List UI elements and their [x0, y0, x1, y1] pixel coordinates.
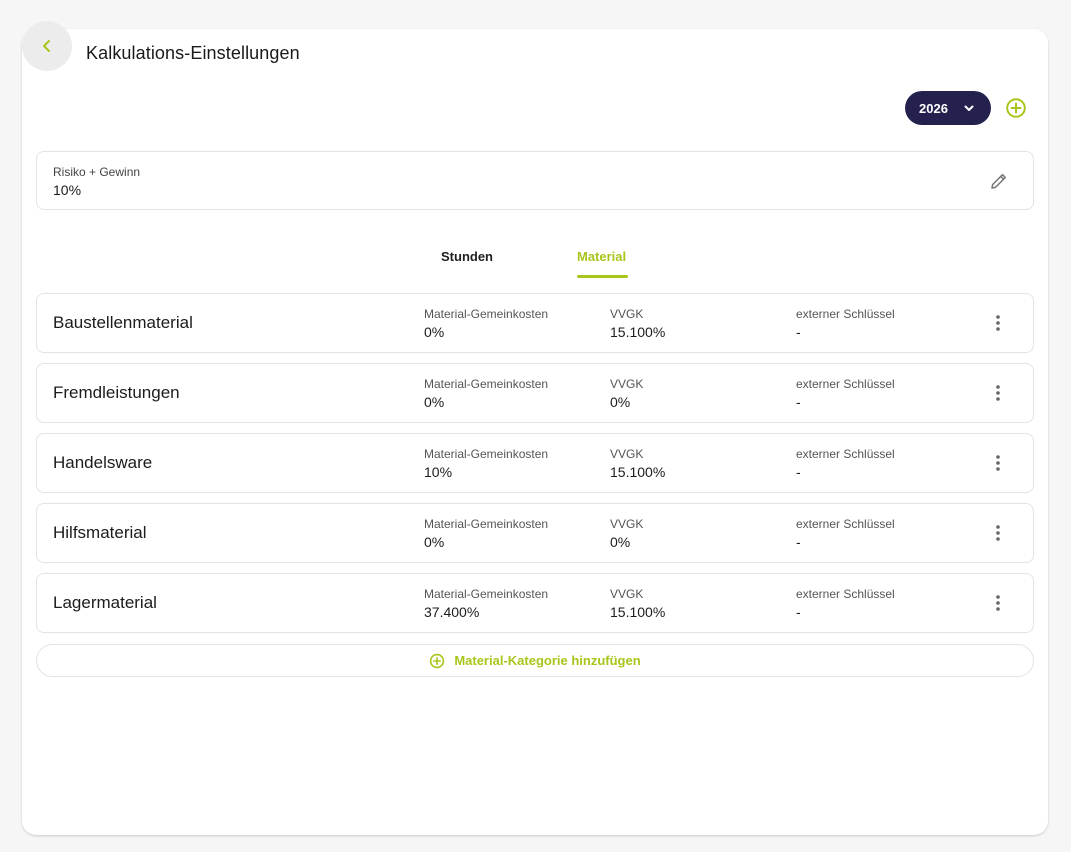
chevron-left-icon: [43, 40, 50, 52]
external-key-value: -: [796, 534, 801, 550]
active-tab-indicator: [577, 275, 628, 278]
vvgk-label: VVGK: [610, 587, 644, 601]
vvgk-label: VVGK: [610, 377, 644, 391]
external-key-label: externer Schlüssel: [796, 517, 895, 531]
add-material-category-button[interactable]: Material-Kategorie hinzufügen: [36, 644, 1034, 677]
external-key-value: -: [796, 324, 801, 340]
vvgk-value: 15.100%: [610, 604, 666, 620]
add-year-button[interactable]: [1005, 97, 1027, 119]
year-select-value: 2026: [919, 100, 948, 116]
external-key-label: externer Schlüssel: [796, 587, 895, 601]
external-key-label: externer Schlüssel: [796, 447, 895, 461]
list-item[interactable]: Handelsware Material-Gemeinkosten 10% VV…: [36, 433, 1034, 493]
more-vertical-icon[interactable]: [989, 594, 1007, 612]
vvgk-label: VVGK: [610, 447, 644, 461]
external-key-value: -: [796, 394, 801, 410]
category-name: Hilfsmaterial: [53, 523, 147, 542]
list-item[interactable]: Hilfsmaterial Material-Gemeinkosten 0% V…: [36, 503, 1034, 563]
list-item[interactable]: Lagermaterial Material-Gemeinkosten 37.4…: [36, 573, 1034, 633]
vvgk-value: 15.100%: [610, 324, 666, 340]
mgk-value: 0%: [424, 394, 445, 410]
tab-material[interactable]: Material: [577, 249, 626, 264]
tab-stunden[interactable]: Stunden: [441, 249, 493, 264]
year-select[interactable]: 2026: [905, 91, 991, 125]
category-name: Baustellenmaterial: [53, 313, 193, 332]
mgk-label: Material-Gemeinkosten: [424, 587, 549, 601]
page-title: Kalkulations-Einstellungen: [86, 43, 300, 63]
settings-card: Kalkulations-Einstellungen 2026 Risiko +…: [22, 21, 1048, 835]
vvgk-value: 0%: [610, 534, 631, 550]
vvgk-value: 15.100%: [610, 464, 666, 480]
mgk-label: Material-Gemeinkosten: [424, 447, 549, 461]
list-item[interactable]: Fremdleistungen Material-Gemeinkosten 0%…: [36, 363, 1034, 423]
mgk-value: 0%: [424, 324, 445, 340]
more-vertical-icon[interactable]: [989, 314, 1007, 332]
mgk-value: 37.400%: [424, 604, 480, 620]
vvgk-value: 0%: [610, 394, 631, 410]
mgk-label: Material-Gemeinkosten: [424, 517, 549, 531]
mgk-value: 10%: [424, 464, 453, 480]
mgk-label: Material-Gemeinkosten: [424, 377, 549, 391]
more-vertical-icon[interactable]: [989, 524, 1007, 542]
add-material-category-label: Material-Kategorie hinzufügen: [454, 653, 641, 668]
back-button[interactable]: [22, 21, 72, 71]
mgk-label: Material-Gemeinkosten: [424, 307, 549, 321]
vvgk-label: VVGK: [610, 517, 644, 531]
more-vertical-icon[interactable]: [989, 384, 1007, 402]
risk-profit-field: Risiko + Gewinn 10%: [36, 151, 1034, 210]
risk-profit-label: Risiko + Gewinn: [53, 165, 141, 179]
vvgk-label: VVGK: [610, 307, 644, 321]
plus-circle-icon: [429, 653, 445, 669]
chevron-down-icon: [964, 105, 974, 111]
external-key-label: externer Schlüssel: [796, 377, 895, 391]
category-name: Lagermaterial: [53, 593, 157, 612]
material-category-list: Baustellenmaterial Material-Gemeinkosten…: [36, 293, 1034, 643]
mgk-value: 0%: [424, 534, 445, 550]
list-item[interactable]: Baustellenmaterial Material-Gemeinkosten…: [36, 293, 1034, 353]
external-key-value: -: [796, 604, 801, 620]
pencil-icon[interactable]: [989, 171, 1009, 191]
more-vertical-icon[interactable]: [989, 454, 1007, 472]
risk-profit-value: 10%: [53, 182, 82, 198]
category-name: Fremdleistungen: [53, 383, 180, 402]
category-name: Handelsware: [53, 453, 153, 472]
external-key-label: externer Schlüssel: [796, 307, 895, 321]
external-key-value: -: [796, 464, 801, 480]
